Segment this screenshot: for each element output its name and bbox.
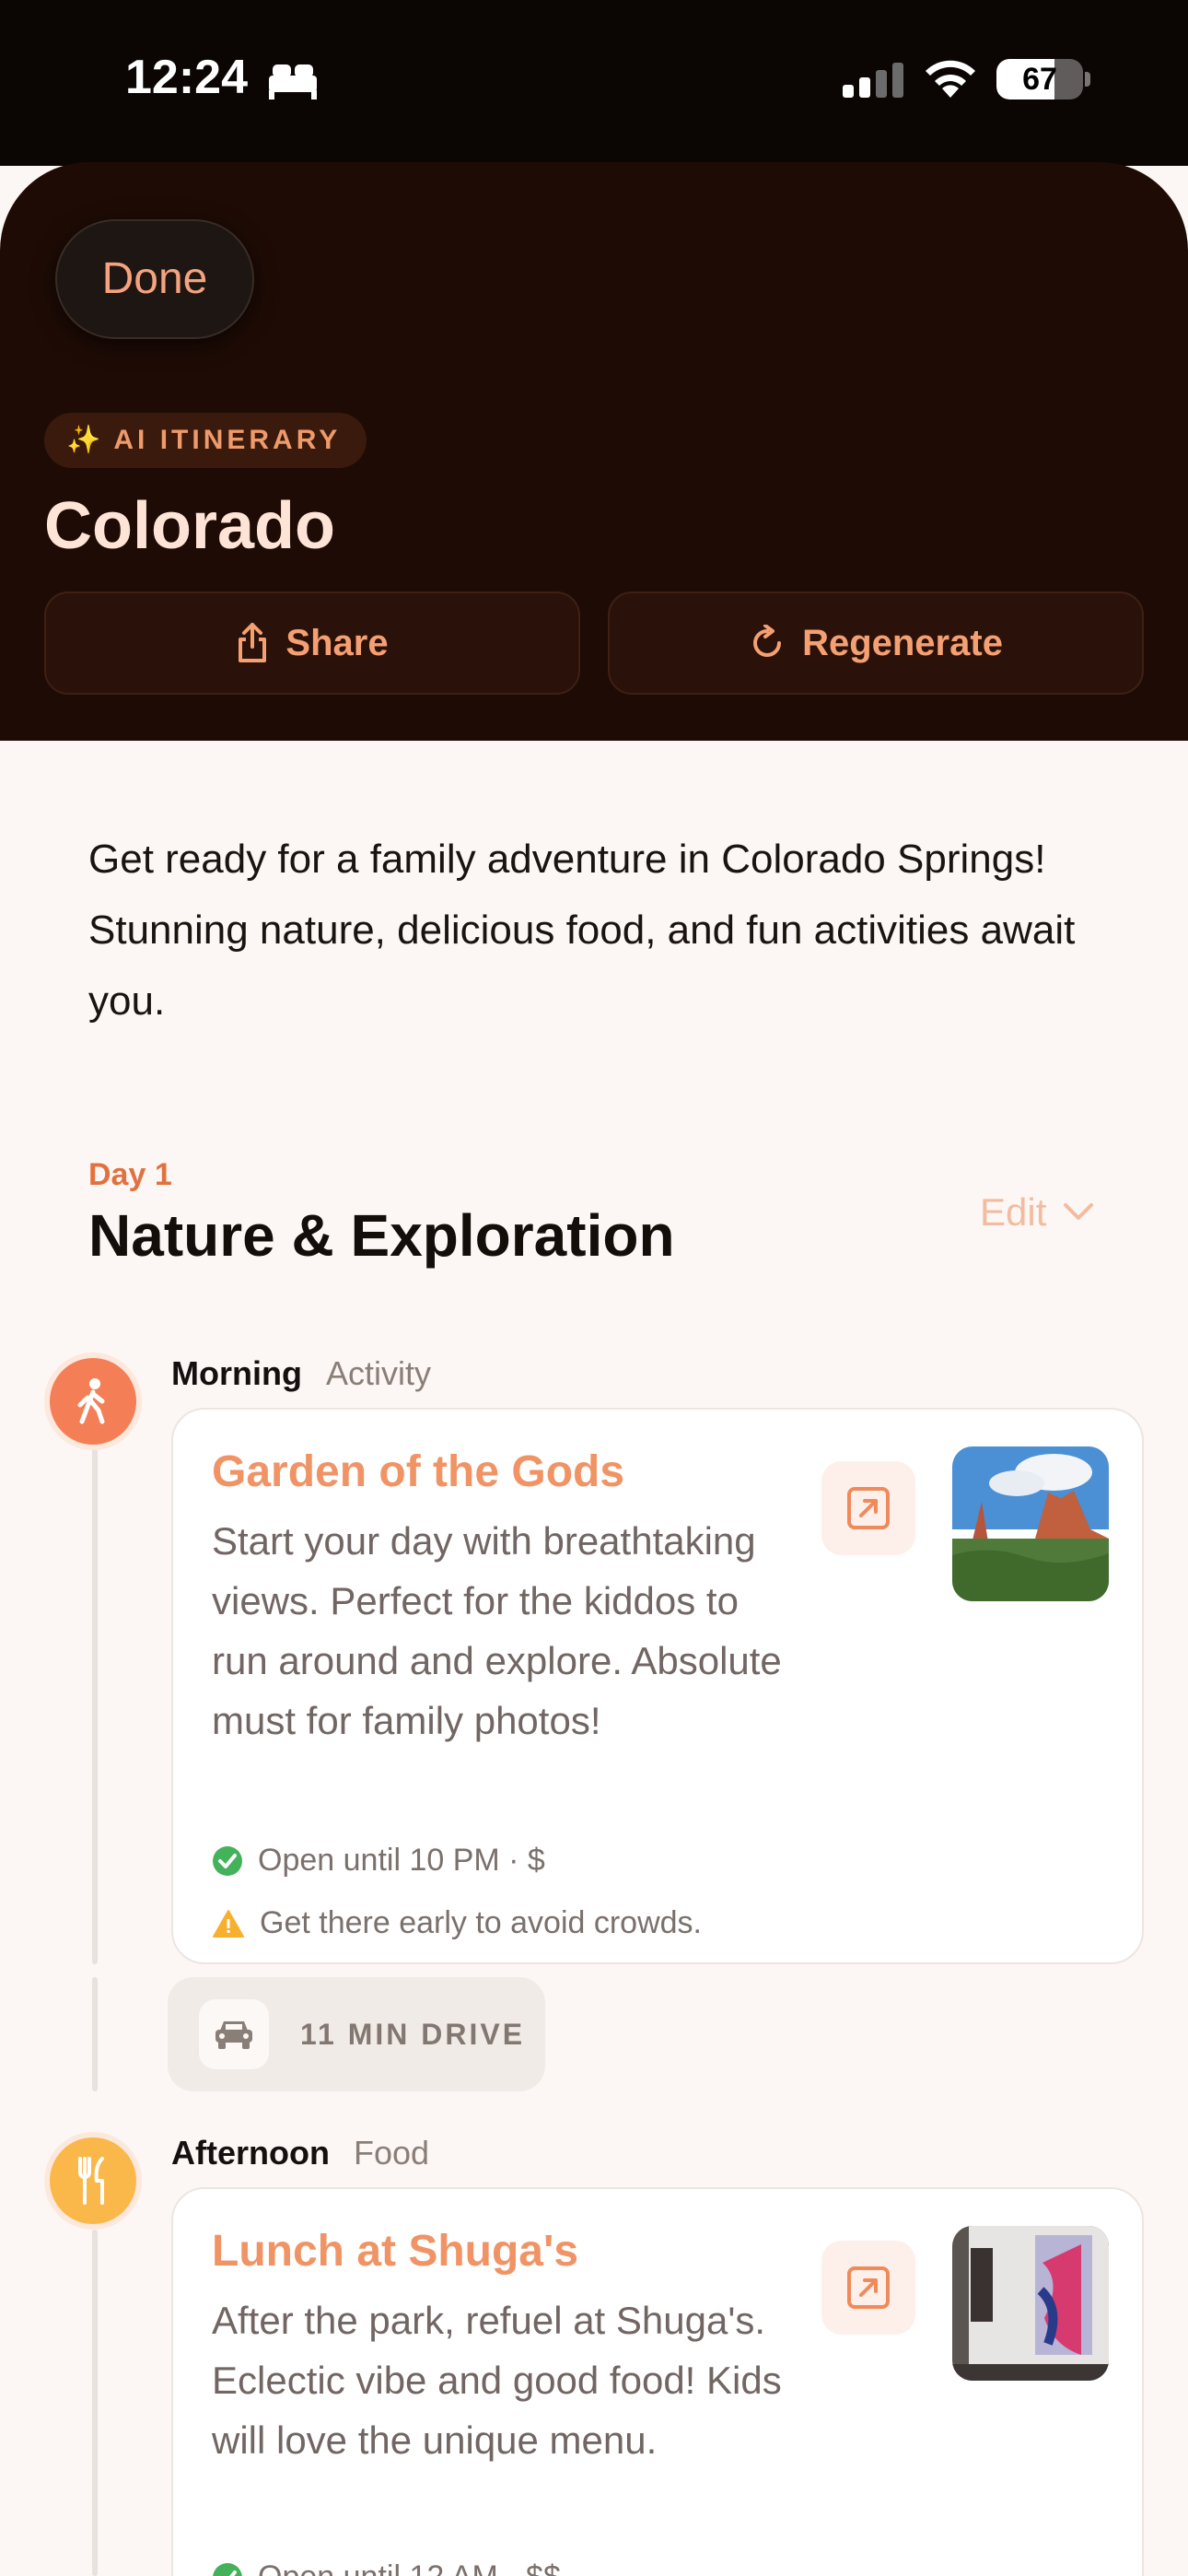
- open-status-text: Open until 10 PM · $: [258, 1843, 545, 1878]
- transit-label: 11 MIN DRIVE: [300, 2017, 526, 2051]
- arrow-up-right-square-icon: [847, 2266, 890, 2309]
- slot-time: Afternoon: [171, 2134, 330, 2172]
- day-title: Nature & Exploration: [88, 1202, 675, 1269]
- open-status: Open until 10 PM · $: [212, 1843, 545, 1879]
- done-button[interactable]: Done: [55, 219, 254, 339]
- battery-nub: [1085, 72, 1090, 87]
- day-label: Day 1: [88, 1157, 172, 1192]
- slot-type: Activity: [325, 1354, 431, 1392]
- ai-itinerary-badge: ✨ AI ITINERARY: [44, 413, 367, 468]
- sparkles-icon: ✨: [66, 425, 101, 455]
- signal-icon: [843, 63, 903, 98]
- card-title[interactable]: Garden of the Gods: [212, 1446, 624, 1497]
- slot-header-morning: Morning Activity: [171, 1354, 431, 1393]
- edit-label: Edit: [980, 1190, 1047, 1234]
- refresh-icon: [753, 625, 782, 657]
- warning-text: Get there early to avoid crowds.: [260, 1905, 703, 1940]
- battery-icon: 67: [996, 59, 1083, 100]
- status-time: 12:24: [125, 51, 248, 104]
- activity-dot: [44, 1352, 142, 1450]
- itinerary-card[interactable]: Garden of the Gods Start your day with b…: [171, 1408, 1144, 1964]
- transit-pill[interactable]: 11 MIN DRIVE: [168, 1977, 545, 2091]
- timeline-line: [92, 1977, 98, 2091]
- share-label: Share: [285, 622, 389, 663]
- wifi-icon: [926, 60, 975, 98]
- share-icon: [239, 623, 267, 662]
- timeline-line: [92, 2230, 98, 2576]
- regenerate-label: Regenerate: [802, 622, 1003, 663]
- open-external-button[interactable]: [821, 2241, 915, 2335]
- battery-percent: 67: [1022, 62, 1057, 97]
- itinerary-card[interactable]: Lunch at Shuga's After the park, refuel …: [171, 2187, 1144, 2576]
- edit-button[interactable]: Edit: [980, 1190, 1094, 1235]
- badge-label: AI ITINERARY: [113, 425, 342, 455]
- page-title: Colorado: [44, 489, 335, 563]
- car-icon-box: [199, 1999, 269, 2069]
- open-status: Open until 12 AM · $$: [212, 2559, 561, 2576]
- card-description: Start your day with breathtaking views. …: [212, 1519, 782, 1742]
- car-icon: [215, 2021, 252, 2049]
- share-button[interactable]: Share: [44, 591, 580, 695]
- slot-header-afternoon: Afternoon Food: [171, 2134, 429, 2172]
- bed-icon: [269, 64, 317, 100]
- open-status-text: Open until 12 AM · $$: [258, 2559, 561, 2576]
- warning-icon: [213, 1909, 244, 1938]
- food-dot: [44, 2132, 142, 2230]
- slot-type: Food: [353, 2134, 430, 2172]
- place-photo: [952, 2226, 1109, 2381]
- slot-time: Morning: [171, 1354, 302, 1392]
- status-bar: 12:24 67: [0, 0, 1188, 166]
- open-external-button[interactable]: [821, 1461, 915, 1555]
- chevron-down-icon: [1064, 1203, 1094, 1220]
- regenerate-button[interactable]: Regenerate: [608, 591, 1144, 695]
- warning-note: Get there early to avoid crowds.: [212, 1905, 702, 1941]
- card-description: After the park, refuel at Shuga's. Eclec…: [212, 2299, 782, 2462]
- walking-person-icon: [77, 1378, 105, 1424]
- place-photo: [952, 1446, 1109, 1601]
- fork-knife-icon: [78, 2157, 104, 2205]
- checkmark-circle-icon: [213, 1845, 242, 1876]
- timeline-line: [92, 1448, 98, 1964]
- itinerary-intro: Get ready for a family adventure in Colo…: [88, 837, 1076, 1024]
- card-title[interactable]: Lunch at Shuga's: [212, 2226, 578, 2277]
- arrow-up-right-square-icon: [847, 1487, 890, 1529]
- checkmark-circle-icon: [213, 2562, 242, 2576]
